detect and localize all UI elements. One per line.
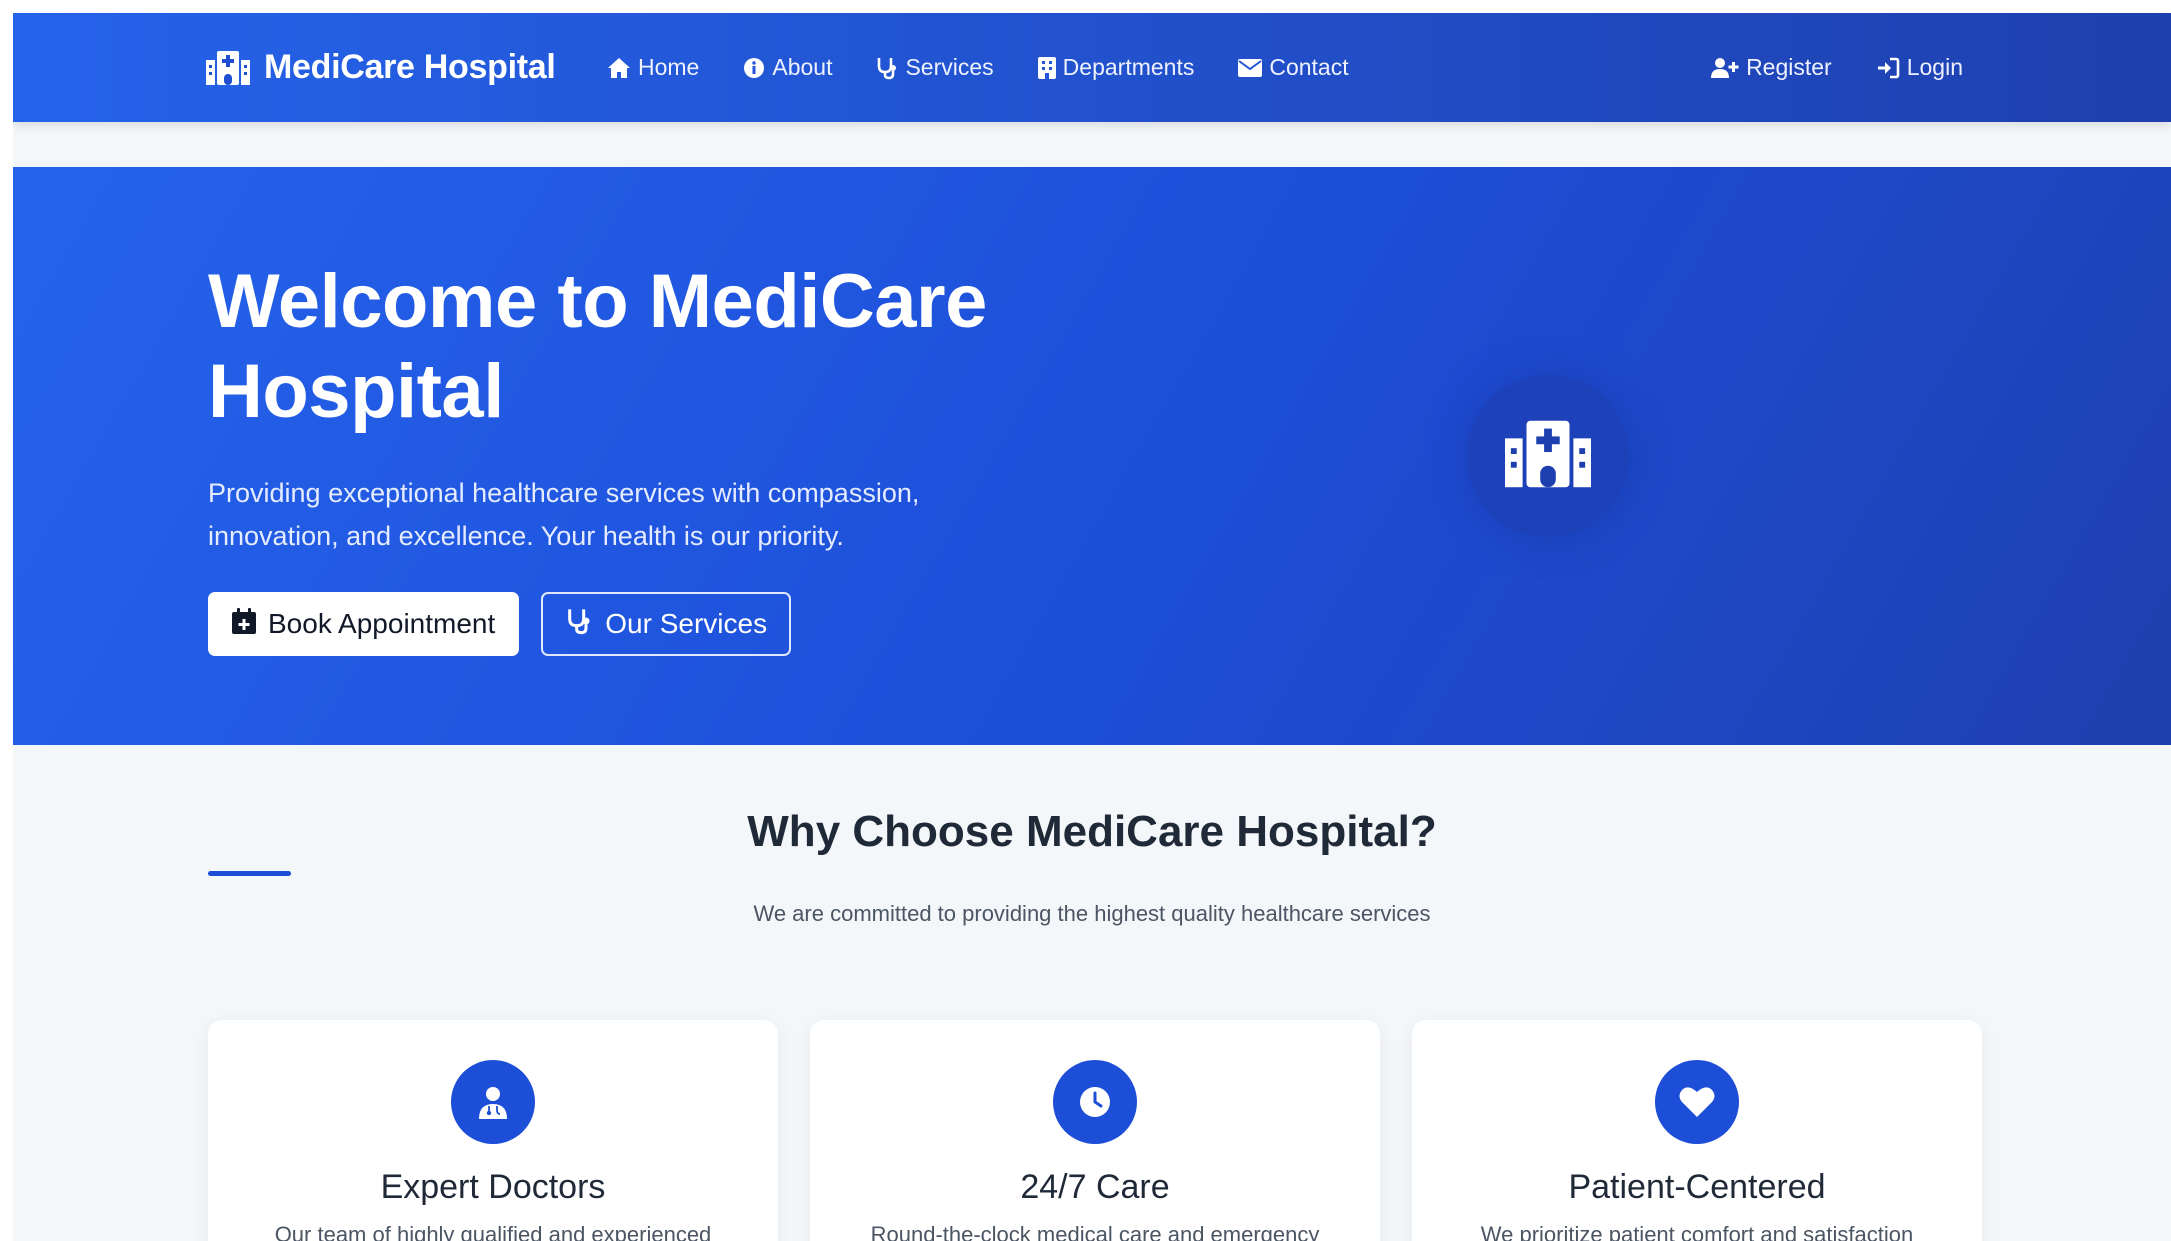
our-services-button[interactable]: Our Services [541,592,792,656]
our-services-label: Our Services [605,608,768,639]
nav-login[interactable]: Login [1876,54,1963,81]
user-plus-icon [1711,57,1739,79]
hero-subtitle-line2: innovation, and excellence. Your health … [208,521,844,551]
hero-subtitle-line1: Providing exceptional healthcare service… [208,478,920,508]
hero-buttons: Book Appointment Our Services [208,592,792,656]
hero-title: Welcome to MediCare Hospital [208,257,1108,437]
hospital-icon [206,50,250,85]
nav-departments[interactable]: Departments [1037,54,1195,81]
hero-title-line2: Hospital [208,349,504,434]
navbar: MediCare Hospital Home About Services De… [13,13,2171,122]
nav-services[interactable]: Services [876,54,994,81]
nav-register-label: Register [1746,54,1832,80]
nav-links: Home About Services Departments Contact [607,13,1349,122]
nav-register[interactable]: Register [1711,54,1832,81]
feature-card-text: Our team of highly qualified and experie… [274,1222,712,1241]
heart-icon [1655,1060,1739,1144]
calendar-plus-icon [232,607,256,641]
envelope-icon [1238,58,1263,77]
hero-subtitle: Providing exceptional healthcare service… [208,472,1028,558]
home-icon [607,57,631,79]
hero-title-line1: Welcome to MediCare [208,259,987,344]
brand-link[interactable]: MediCare Hospital [206,13,556,122]
book-appointment-label: Book Appointment [268,608,496,639]
feature-card-text: Round-the-clock medical care and emergen… [870,1222,1320,1241]
info-icon [743,57,765,79]
nav-auth-links: Register Login [1711,13,1963,122]
stethoscope-icon [565,607,593,642]
hero-section: Welcome to MediCare Hospital Providing e… [13,167,2171,745]
nav-services-label: Services [905,54,994,80]
nav-about-label: About [772,54,833,80]
feature-cards: Expert Doctors Our team of highly qualif… [208,1020,1982,1241]
why-subtitle: We are committed to providing the highes… [753,901,1431,926]
feature-card-title: 24/7 Care [1020,1168,1170,1206]
page: MediCare Hospital Home About Services De… [13,13,2171,1241]
clock-icon [1053,1060,1137,1144]
nav-contact-label: Contact [1269,54,1349,80]
nav-contact[interactable]: Contact [1238,54,1349,81]
building-icon [1037,56,1056,79]
feature-card-patient-centered: Patient-Centered We prioritize patient c… [1412,1020,1982,1241]
feature-card-24-7-care: 24/7 Care Round-the-clock medical care a… [810,1020,1380,1241]
feature-card-title: Patient-Centered [1568,1168,1826,1206]
feature-card-expert-doctors: Expert Doctors Our team of highly qualif… [208,1020,778,1241]
sign-in-icon [1876,57,1900,79]
section-accent-bar [208,871,291,876]
nav-home[interactable]: Home [607,54,699,81]
user-doctor-icon [451,1060,535,1144]
nav-about[interactable]: About [743,54,832,81]
brand-name: MediCare Hospital [264,48,556,86]
book-appointment-button[interactable]: Book Appointment [208,592,520,656]
feature-card-title: Expert Doctors [380,1168,606,1206]
hero-emblem [1467,375,1629,537]
stethoscope-icon [876,56,898,80]
nav-login-label: Login [1906,54,1963,80]
nav-home-label: Home [638,54,700,80]
hospital-icon [1505,420,1591,493]
why-title: Why Choose MediCare Hospital? [747,807,1437,856]
nav-departments-label: Departments [1062,54,1195,80]
feature-card-text: We prioritize patient comfort and satisf… [1480,1222,1914,1241]
